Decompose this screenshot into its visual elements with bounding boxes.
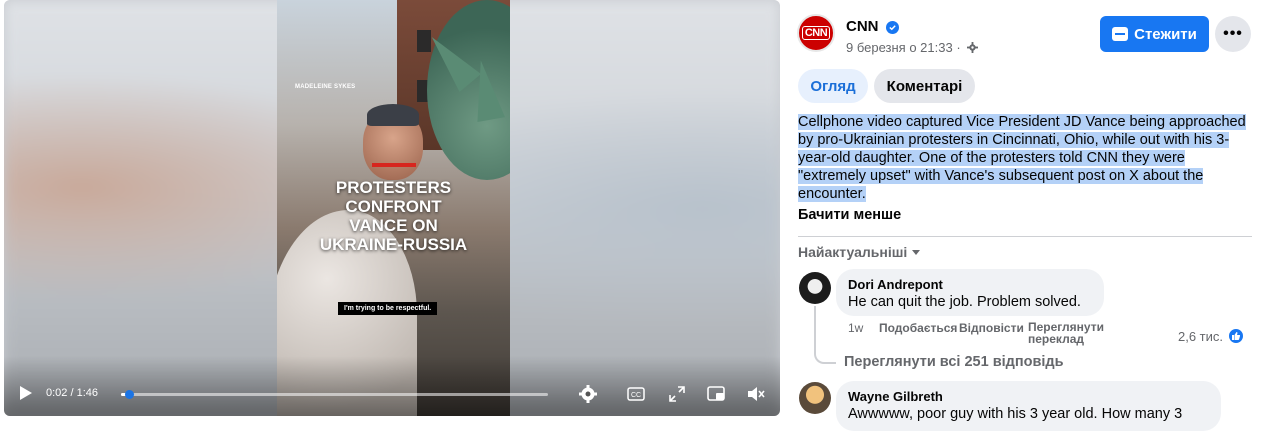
video-progress-bar[interactable] <box>121 390 548 399</box>
comment-sort-dropdown[interactable]: Найактуальніші <box>798 244 921 260</box>
page-avatar[interactable]: CNN <box>797 14 835 52</box>
fullscreen-icon[interactable] <box>666 383 688 405</box>
comment-author[interactable]: Wayne Gilbreth <box>848 389 1209 404</box>
reply-button[interactable]: Відповісти <box>959 321 1024 335</box>
comment-text: He can quit the job. Problem solved. <box>848 294 1081 310</box>
picture-in-picture-icon[interactable] <box>705 383 727 405</box>
tab-overview[interactable]: Огляд <box>798 69 868 103</box>
comment-bubble: Dori Andrepont He can quit the job. Prob… <box>836 269 1104 316</box>
verified-badge-icon <box>886 21 899 34</box>
follow-label: Стежити <box>1134 25 1197 43</box>
video-controls: 0:02 / 1:46 CC <box>4 372 780 416</box>
commenter-avatar[interactable] <box>799 382 831 414</box>
post-panel: CNN CNN 9 березня о 21:33 · Стежити ••• … <box>784 0 1262 431</box>
comment-text: Awwwww, poor guy with his 3 year old. Ho… <box>848 406 1183 422</box>
video-time: 0:02 / 1:46 <box>46 387 98 399</box>
comment-likes[interactable]: 2,6 тис. <box>1178 327 1246 345</box>
post-description-text: Cellphone video captured Vice President … <box>798 114 1246 202</box>
video-player[interactable]: MADELEINE SYKES PROTESTERS CONFRONT VANC… <box>4 0 780 416</box>
video-red-bar <box>372 163 416 167</box>
video-progress-knob[interactable] <box>125 390 134 399</box>
follow-icon <box>1112 27 1129 41</box>
comment-time[interactable]: 1w <box>848 321 863 335</box>
follow-button[interactable]: Стежити <box>1100 16 1209 52</box>
see-less-link[interactable]: Бачити менше <box>798 207 901 223</box>
tab-comments[interactable]: Коментарі <box>874 69 975 103</box>
like-button[interactable]: Подобається <box>879 321 957 335</box>
muted-volume-icon[interactable] <box>745 383 767 405</box>
page-name[interactable]: CNN <box>846 18 879 35</box>
view-all-replies-link[interactable]: Переглянути всі 251 відповідь <box>844 354 1064 370</box>
closed-captions-icon[interactable]: CC <box>625 383 647 405</box>
video-credit: MADELEINE SYKES <box>295 84 356 90</box>
comment-author[interactable]: Dori Andrepont <box>848 277 1092 292</box>
caret-down-icon <box>912 250 921 255</box>
reply-thread-line <box>814 306 836 364</box>
post-description: Cellphone video captured Vice President … <box>798 113 1256 203</box>
comment-bubble: Wayne Gilbreth Awwwww, poor guy with his… <box>836 381 1221 431</box>
post-date-text: 9 березня о 21:33 · <box>846 40 961 55</box>
post-date[interactable]: 9 березня о 21:33 · <box>846 40 979 55</box>
commenter-avatar[interactable] <box>799 272 831 304</box>
see-translation-button[interactable]: Переглянути переклад <box>1028 321 1104 345</box>
avatar-logo-text: CNN <box>801 26 831 40</box>
play-icon[interactable] <box>18 384 34 402</box>
thumbs-up-icon <box>1227 327 1246 345</box>
video-headline: PROTESTERS CONFRONT VANCE ON UKRAINE-RUS… <box>319 178 468 254</box>
video-subtitle: I'm trying to be respectful. <box>338 302 438 315</box>
divider <box>798 236 1252 237</box>
video-frame[interactable]: MADELEINE SYKES PROTESTERS CONFRONT VANC… <box>277 0 510 416</box>
sort-label: Найактуальніші <box>798 244 908 260</box>
settings-gear-icon[interactable] <box>577 383 599 405</box>
likes-count: 2,6 тис. <box>1178 328 1224 344</box>
svg-text:CC: CC <box>631 392 641 399</box>
more-options-button[interactable]: ••• <box>1215 16 1251 52</box>
gear-privacy-icon <box>967 42 979 53</box>
